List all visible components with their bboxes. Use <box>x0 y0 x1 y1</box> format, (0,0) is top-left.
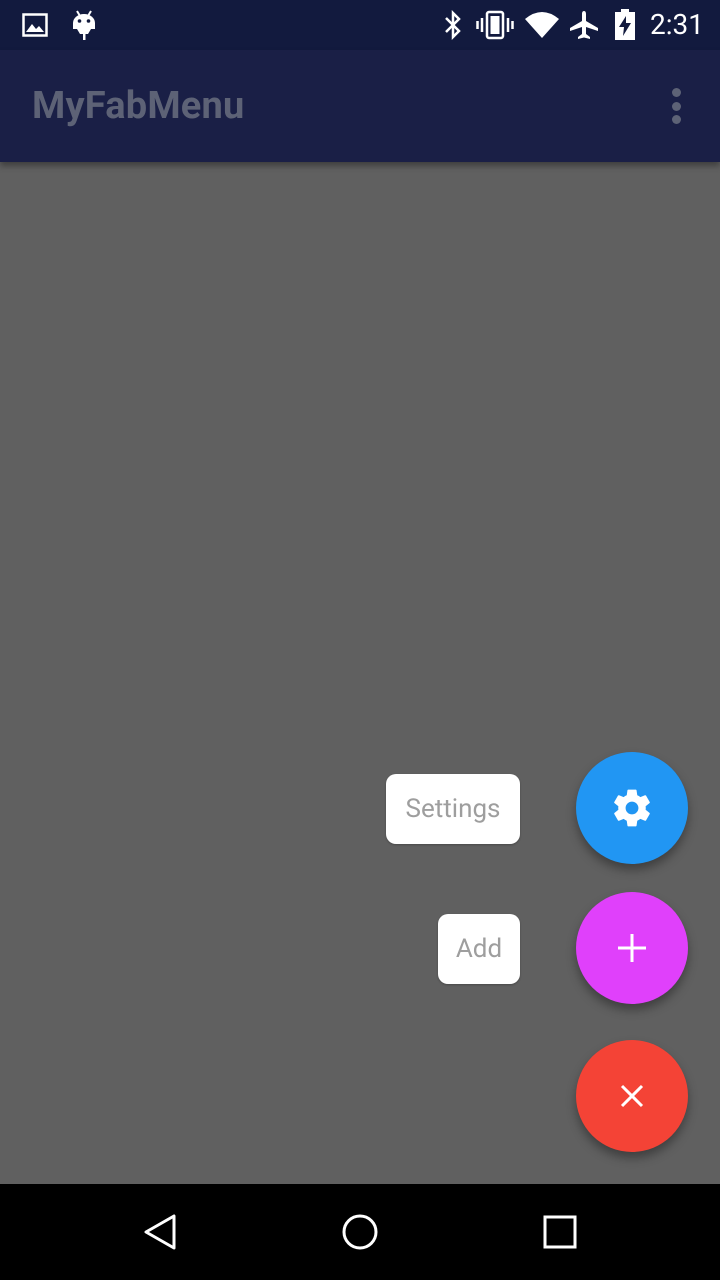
recents-icon[interactable] <box>536 1208 584 1256</box>
nav-bar <box>0 1184 720 1280</box>
close-icon <box>619 1083 645 1109</box>
close-fab[interactable] <box>576 1040 688 1152</box>
app-title: MyFabMenu <box>32 84 245 128</box>
home-icon[interactable] <box>336 1208 384 1256</box>
airplane-mode-icon <box>568 10 600 40</box>
add-label[interactable]: Add <box>438 914 520 984</box>
status-bar: 2:31 <box>0 0 720 50</box>
android-debug-icon <box>70 10 98 40</box>
more-vert-icon[interactable] <box>660 88 692 124</box>
status-time: 2:31 <box>650 8 704 41</box>
settings-fab[interactable] <box>576 752 688 864</box>
settings-label[interactable]: Settings <box>386 774 520 844</box>
gear-icon <box>610 786 654 830</box>
battery-charging-icon <box>614 9 636 40</box>
content-scrim[interactable] <box>0 162 720 1184</box>
add-fab[interactable] <box>576 892 688 1004</box>
wifi-icon <box>524 10 560 40</box>
back-icon[interactable] <box>136 1208 184 1256</box>
plus-icon <box>616 932 648 964</box>
vibrate-icon <box>476 10 514 40</box>
image-icon <box>22 10 48 40</box>
bluetooth-icon <box>442 10 464 40</box>
app-bar: MyFabMenu <box>0 50 720 162</box>
